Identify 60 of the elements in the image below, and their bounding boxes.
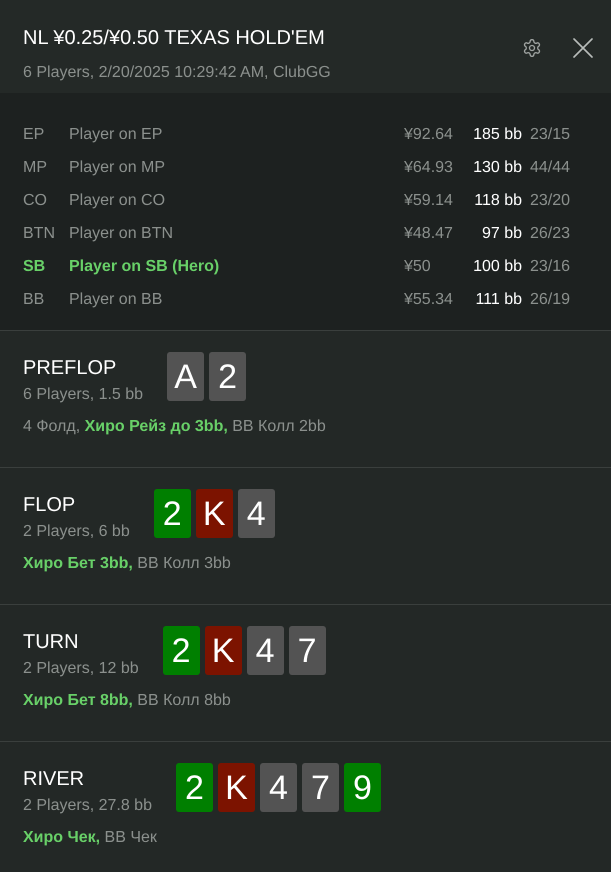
playing-card: K xyxy=(218,763,255,812)
action-summary: Хиро Бет 3bb, BB Колл 3bb xyxy=(23,554,232,574)
position-label: BB xyxy=(23,290,44,310)
stack-amount: ¥92.64 xyxy=(404,124,453,144)
stack-amount: ¥64.93 xyxy=(404,158,453,178)
stack-bb: 118 bb xyxy=(474,190,522,210)
street-info: 2 Players, 27.8 bb xyxy=(23,796,152,816)
stack-amount: ¥55.34 xyxy=(404,290,453,310)
playing-card: A xyxy=(167,352,204,401)
player-stats: 26/19 xyxy=(530,290,570,310)
stack-bb: 130 bb xyxy=(473,158,522,178)
window-title: NL ¥0.25/¥0.50 TEXAS HOLD'EM xyxy=(23,26,326,51)
position-label: CO xyxy=(23,190,47,210)
position-label: SB xyxy=(23,256,46,276)
street-title: FLOP xyxy=(23,493,76,518)
playing-card: 9 xyxy=(344,763,381,812)
player-name: Player on EP xyxy=(69,124,162,144)
street-info: 2 Players, 12 bb xyxy=(23,659,139,679)
stack-bb: 185 bb xyxy=(473,124,522,144)
street-title: TURN xyxy=(23,630,80,655)
street-title: RIVER xyxy=(23,767,86,792)
hand-info: 6 Players, 2/20/2025 10:29:42 AM, ClubGG xyxy=(23,63,331,83)
player-name: Player on BTN xyxy=(69,224,174,244)
playing-card: 7 xyxy=(288,626,326,675)
street-title: PREFLOP xyxy=(23,356,118,381)
stack-bb: 100 bb xyxy=(473,256,522,276)
playing-card: 7 xyxy=(302,763,339,812)
close-icon[interactable] xyxy=(573,38,593,58)
stack-amount: ¥59.14 xyxy=(404,190,453,210)
playing-card: 2 xyxy=(176,763,213,812)
playing-card: 4 xyxy=(238,489,275,538)
position-label: MP xyxy=(23,158,47,178)
action-summary: Хиро Бет 8bb, BB Колл 8bb xyxy=(23,691,232,711)
player-name: Player on CO xyxy=(69,190,166,210)
playing-card: 4 xyxy=(246,626,284,675)
player-name: Player on BB xyxy=(69,290,162,310)
playing-card: 4 xyxy=(260,763,297,812)
player-stats: 26/23 xyxy=(530,224,570,244)
action-summary: Хиро Чек, BB Чек xyxy=(23,828,158,848)
stack-bb: 111 bb xyxy=(475,290,522,310)
playing-card: 2 xyxy=(209,352,246,401)
playing-card: K xyxy=(196,489,233,538)
player-stats: 23/16 xyxy=(530,256,570,276)
stack-bb: 97 bb xyxy=(482,224,522,244)
playing-card: 2 xyxy=(154,489,191,538)
street-info: 6 Players, 1.5 bb xyxy=(23,385,144,405)
position-label: BTN xyxy=(23,224,55,244)
playing-card: 2 xyxy=(162,626,200,675)
stack-amount: ¥50 xyxy=(404,256,431,276)
action-summary: 4 Фолд, Хиро Рейз до 3bb, BB Колл 2bb xyxy=(23,417,327,437)
player-stats: 23/20 xyxy=(530,190,570,210)
player-stats: 44/44 xyxy=(530,158,570,178)
settings-icon[interactable] xyxy=(522,38,542,58)
stack-amount: ¥48.47 xyxy=(404,224,453,244)
playing-card: K xyxy=(204,626,242,675)
player-stats: 23/15 xyxy=(530,124,570,144)
player-name: Player on SB (Hero) xyxy=(69,256,220,276)
position-label: EP xyxy=(23,124,44,144)
street-info: 2 Players, 6 bb xyxy=(23,522,130,542)
player-name: Player on MP xyxy=(69,158,166,178)
